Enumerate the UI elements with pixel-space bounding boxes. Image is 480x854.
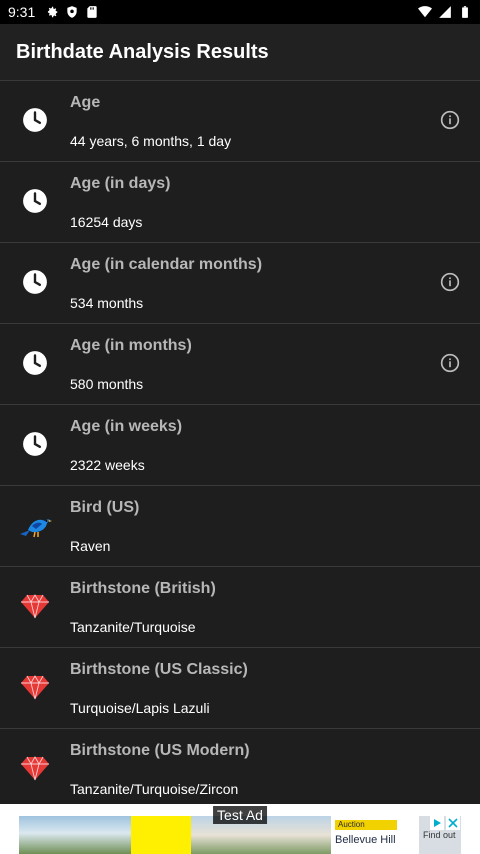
result-title: Birthstone (US Modern) [70,742,250,759]
page-title: Birthdate Analysis Results [16,40,269,63]
result-title: Age (in months) [70,337,192,354]
result-value: Tanzanite/Turquoise/Zircon [70,781,239,797]
result-title: Bird (US) [70,499,140,516]
clock-icon [18,427,52,461]
ad-card-title: Bellevue Hill [335,834,396,846]
status-icons-left [45,5,99,19]
result-row-age-months[interactable]: Age (in months) 580 months [0,324,480,405]
signal-icon [439,6,451,18]
info-icon[interactable] [440,110,460,130]
ad-house-image[interactable] [19,816,131,854]
app-bar: Birthdate Analysis Results [0,24,480,81]
status-time: 9:31 [8,4,36,20]
result-row-bird[interactable]: Bird (US) Raven [0,486,480,567]
result-title: Age (in calendar months) [70,256,263,273]
ad-choices[interactable] [430,816,460,830]
wifi-icon [418,6,432,18]
result-row-birthstone-british[interactable]: Birthstone (British) Tanzanite/Turquoise [0,567,480,648]
info-icon[interactable] [440,353,460,373]
status-icons-right [418,5,472,19]
clock-icon [18,346,52,380]
result-value: Raven [70,538,111,554]
result-row-age-weeks[interactable]: Age (in weeks) 2322 weeks [0,405,480,486]
result-title: Age (in days) [70,175,171,192]
ad-color-block[interactable] [131,816,191,854]
ad-label: Test Ad [213,806,267,824]
clock-icon [18,103,52,137]
result-value: Tanzanite/Turquoise [70,619,196,635]
ad-find-out-text: Find out [423,830,456,840]
gear-icon [48,6,58,18]
result-title: Age [70,94,101,111]
ad-banner-area[interactable]: Test Ad Auction Bellevue Hill Find out [0,804,480,854]
results-list[interactable]: Age 44 years, 6 months, 1 day Age (in da… [0,81,480,804]
result-value: Turquoise/Lapis Lazuli [70,700,210,716]
gem-icon [18,670,52,704]
result-title: Birthstone (US Classic) [70,661,248,678]
sd-card-icon [87,6,97,18]
close-icon[interactable] [446,816,460,830]
info-icon[interactable] [440,272,460,292]
result-value: 16254 days [70,214,143,230]
result-value: 580 months [70,376,144,392]
result-value: 534 months [70,295,144,311]
result-title: Birthstone (British) [70,580,216,597]
bird-icon [18,508,52,542]
status-bar: 9:31 [0,0,480,24]
gem-icon [18,751,52,785]
result-value: 44 years, 6 months, 1 day [70,133,232,149]
result-value: 2322 weeks [70,457,145,473]
ad-card-tag: Auction [335,820,397,830]
ad-choices-icon[interactable] [430,816,444,830]
result-row-age-calendar-months[interactable]: Age (in calendar months) 534 months [0,243,480,324]
gem-icon [18,589,52,623]
clock-icon [18,265,52,299]
shield-icon [67,6,77,18]
ad-card[interactable]: Auction Bellevue Hill [331,816,419,854]
battery-icon [462,6,468,18]
result-row-birthstone-us-classic[interactable]: Birthstone (US Classic) Turquoise/Lapis … [0,648,480,729]
result-row-age[interactable]: Age 44 years, 6 months, 1 day [0,81,480,162]
result-title: Age (in weeks) [70,418,183,435]
clock-icon [18,184,52,218]
result-row-birthstone-us-modern[interactable]: Birthstone (US Modern) Tanzanite/Turquoi… [0,729,480,804]
result-row-age-days[interactable]: Age (in days) 16254 days [0,162,480,243]
